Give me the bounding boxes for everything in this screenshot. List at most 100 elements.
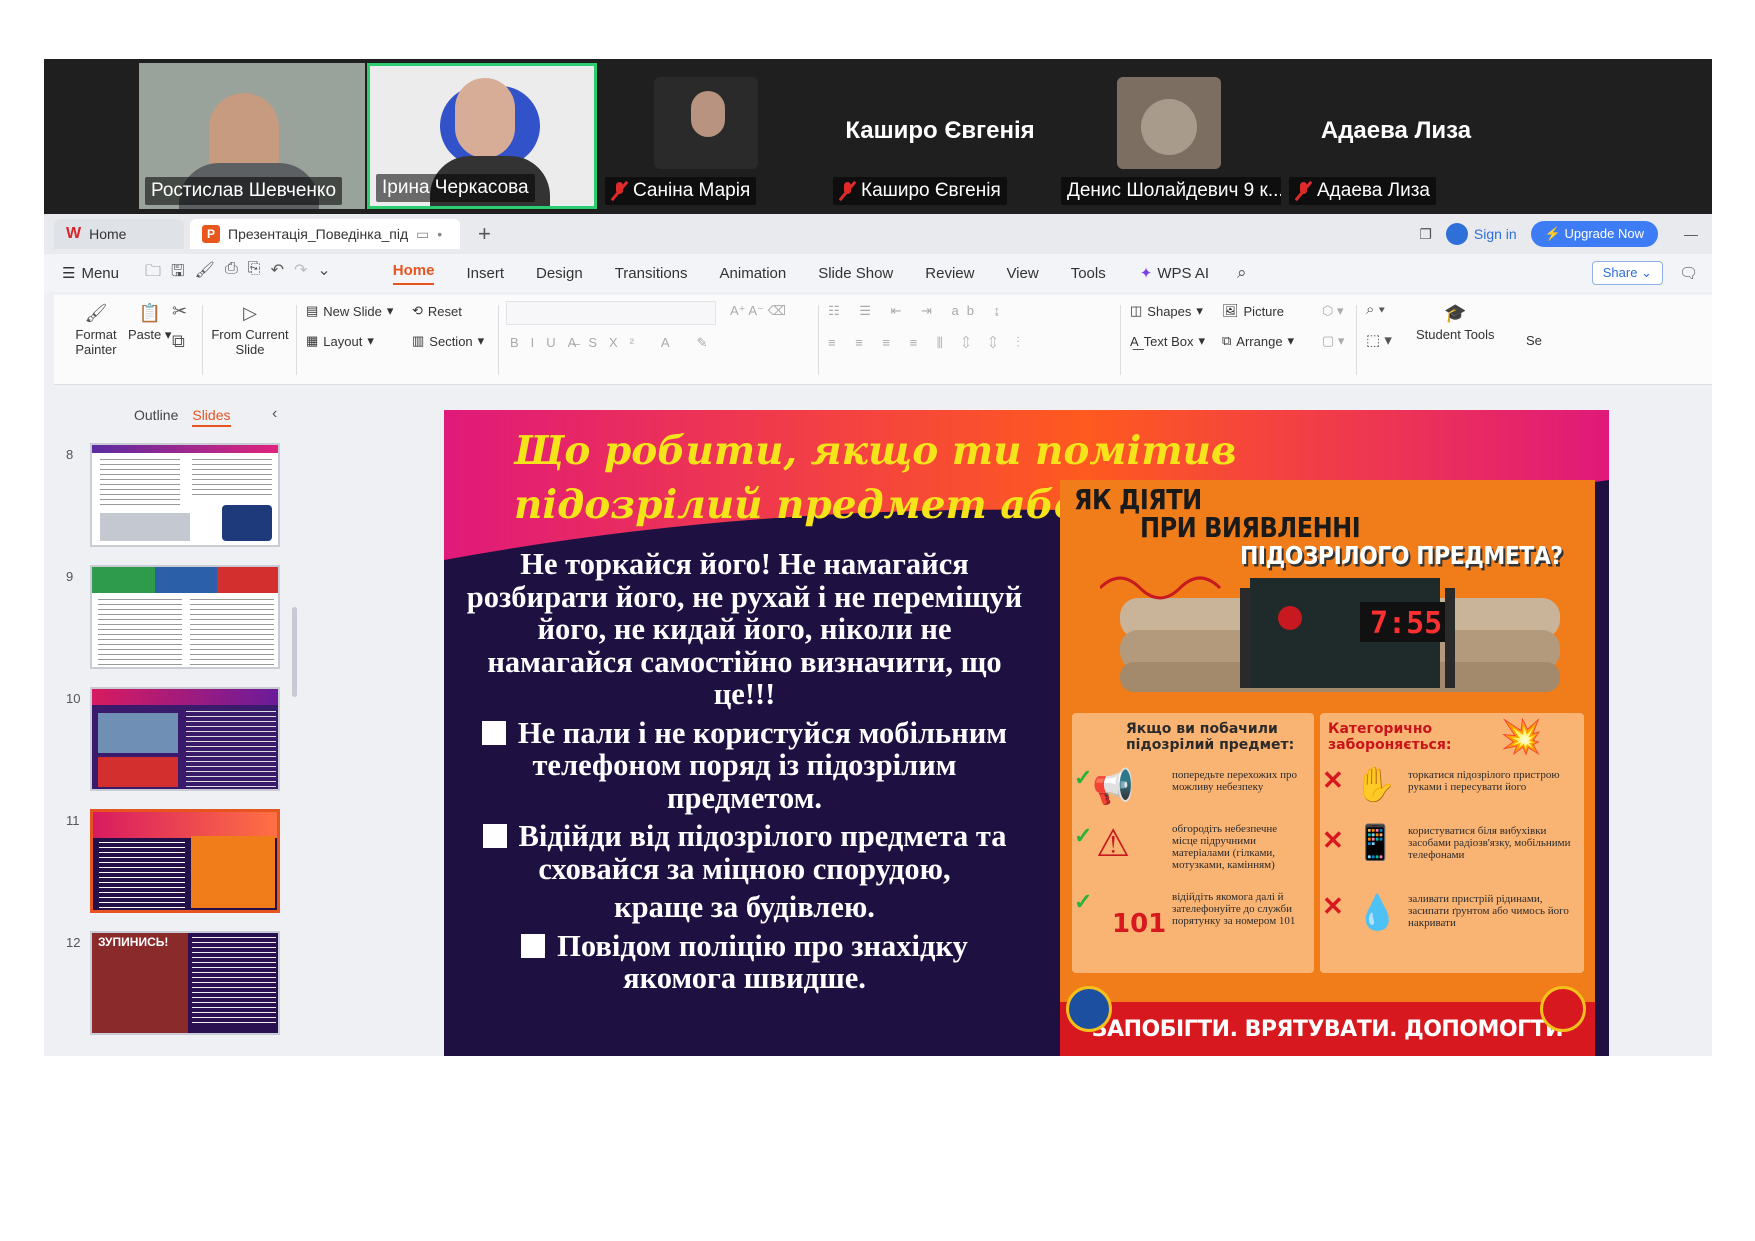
monitor-icon[interactable]: ▭ bbox=[416, 226, 429, 243]
print-icon[interactable]: ⎙ bbox=[225, 260, 238, 287]
student-tools-button[interactable]: 🎓 Student Tools bbox=[1416, 303, 1495, 342]
outline-icon[interactable]: ▢ ▾ bbox=[1322, 333, 1344, 349]
tab-slides[interactable]: Slides bbox=[192, 407, 231, 427]
section-button[interactable]: ▥ Section ▾ bbox=[412, 333, 484, 349]
mobile-phone-icon: 📱 bbox=[1354, 824, 1397, 862]
undo-icon[interactable]: ↶ bbox=[271, 260, 284, 287]
slide-thumbnail[interactable] bbox=[90, 443, 280, 547]
poster-heading: ПРИ ВИЯВЛЕННІ bbox=[1140, 511, 1361, 545]
menu-animation[interactable]: Animation bbox=[720, 265, 787, 282]
chevron-down-icon[interactable]: ⌄ bbox=[317, 260, 330, 287]
layout-icon: ▦ bbox=[306, 333, 319, 348]
select-icon[interactable]: ⬚ ▾ bbox=[1366, 331, 1392, 349]
restore-window-icon[interactable]: ❐ bbox=[1419, 226, 1432, 243]
slide-number: 8 bbox=[66, 447, 74, 462]
tab-bar: W Home P Презентація_Поведінка_під ▭ • +… bbox=[44, 214, 1712, 254]
slide-thumbnail[interactable] bbox=[90, 565, 280, 669]
menu-review[interactable]: Review bbox=[925, 265, 974, 282]
ribbon-overflow-label[interactable]: Se bbox=[1526, 333, 1542, 348]
participant-tile[interactable]: Саніна Марія bbox=[599, 63, 825, 209]
participant-tile[interactable]: Ростислав Шевченко bbox=[139, 63, 365, 209]
comment-icon[interactable]: 🗨 bbox=[1679, 264, 1698, 282]
reset-button[interactable]: ⟲ Reset bbox=[412, 303, 462, 319]
tab-outline[interactable]: Outline bbox=[134, 407, 178, 427]
print-preview-icon[interactable]: ⎘ bbox=[248, 260, 261, 287]
shapes-icon: ◫ bbox=[1130, 303, 1143, 318]
tab-label: Презентація_Поведінка_під bbox=[228, 226, 408, 242]
menu-transitions[interactable]: Transitions bbox=[615, 265, 688, 282]
picture-button[interactable]: 🖼 Picture bbox=[1222, 303, 1284, 319]
dot-icon[interactable]: • bbox=[437, 226, 442, 242]
menu-insert[interactable]: Insert bbox=[466, 265, 504, 282]
participant-tile[interactable]: Денис Шолайдевич 9 к... bbox=[1055, 63, 1281, 209]
tab-home[interactable]: W Home bbox=[54, 219, 184, 249]
quick-access-toolbar: 🗀 🖫 🖌 ⎙ ⎘ ↶ ↷ ⌄ bbox=[145, 260, 331, 287]
from-current-slide-button[interactable]: ▷ From Current Slide bbox=[210, 303, 290, 357]
menu-slide-show[interactable]: Slide Show bbox=[818, 265, 893, 282]
tab-label: Home bbox=[89, 226, 127, 242]
collapse-panel-icon[interactable]: ‹ bbox=[272, 405, 277, 423]
slide-panel: Outline Slides ‹ 8 9 10 11 12 ЗУПИНИСЬ! bbox=[54, 387, 304, 1056]
text-box-button[interactable]: A͟ Text Box ▾ bbox=[1130, 333, 1205, 349]
cut-icon[interactable]: ✂ bbox=[172, 301, 187, 322]
open-folder-icon[interactable]: 🗀 bbox=[145, 260, 161, 287]
new-slide-button[interactable]: ▤ New Slide ▾ bbox=[306, 303, 393, 319]
slide-thumbnail[interactable]: ЗУПИНИСЬ! bbox=[90, 931, 280, 1035]
share-button[interactable]: Share ⌄ bbox=[1591, 261, 1663, 285]
slide-canvas[interactable]: Що робити, якщо ти помітив підозрілий пр… bbox=[444, 410, 1609, 1056]
redo-icon[interactable]: ↷ bbox=[294, 260, 307, 287]
sign-in-label: Sign in bbox=[1473, 226, 1517, 242]
save-icon[interactable]: 🖫 bbox=[171, 260, 185, 287]
menu-design[interactable]: Design bbox=[536, 265, 583, 282]
water-drop-icon: 💧 bbox=[1356, 894, 1399, 932]
participant-name: Ірина Черкасова bbox=[376, 174, 535, 202]
menu-home[interactable]: Home bbox=[392, 262, 435, 285]
ribbon-toolbar: 🖌 Format Painter 📋 Paste ▾ ✂ ⧉ ▷ From Cu… bbox=[54, 295, 1712, 385]
menu-view[interactable]: View bbox=[1006, 265, 1038, 282]
paste-button[interactable]: 📋 Paste ▾ bbox=[128, 303, 171, 343]
panel-scrollbar[interactable] bbox=[292, 607, 297, 697]
from-current-slide-label: From Current Slide bbox=[211, 327, 289, 357]
format-painter-button[interactable]: 🖌 Format Painter bbox=[66, 303, 126, 357]
poster-do-item: відійдіть якомога далі й зателефонуйте д… bbox=[1172, 891, 1296, 927]
play-icon: ▷ bbox=[243, 303, 257, 323]
fill-icon[interactable]: ⬡ ▾ bbox=[1322, 303, 1344, 319]
participant-tile-active-speaker[interactable]: Ірина Черкасова bbox=[367, 63, 597, 209]
new-tab-button[interactable]: + bbox=[478, 221, 491, 247]
tab-document[interactable]: P Презентація_Поведінка_під ▭ • bbox=[190, 219, 460, 249]
hand-icon: ✋ bbox=[1354, 766, 1397, 804]
square-bullet-icon bbox=[521, 933, 546, 958]
menu-tools[interactable]: Tools bbox=[1071, 265, 1106, 282]
mic-off-icon bbox=[1295, 181, 1311, 201]
search-icon[interactable]: ⌕ bbox=[1237, 263, 1247, 283]
main-menu-button[interactable]: ☰ Menu bbox=[62, 264, 119, 283]
format-painter-label: Format Painter bbox=[75, 327, 117, 357]
slide-thumbnail-selected[interactable] bbox=[90, 809, 280, 913]
poster-footer: ЗАПОБІГТИ. ВРЯТУВАТИ. ДОПОМОГТИ bbox=[1060, 1002, 1595, 1056]
brush-icon[interactable]: 🖌 bbox=[195, 260, 215, 287]
upgrade-button[interactable]: ⚡ Upgrade Now bbox=[1530, 221, 1658, 247]
participant-tile[interactable]: Адаева Лиза Адаева Лиза bbox=[1283, 63, 1509, 209]
font-style-icons[interactable]: BIUA̶SX² A ✎ bbox=[510, 335, 719, 351]
find-icon[interactable]: ⌕ ▾ bbox=[1366, 301, 1385, 318]
increase-font-icon[interactable]: A⁺ A⁻ ⌫ bbox=[730, 303, 786, 319]
shapes-label: Shapes bbox=[1147, 303, 1192, 319]
font-name-select[interactable] bbox=[506, 301, 716, 325]
list-icons[interactable]: ☷ ☰ ⇤ ⇥ ab ↨ bbox=[828, 303, 1008, 319]
layout-button[interactable]: ▦ Layout ▾ bbox=[306, 333, 374, 349]
thumbnail-heading: ЗУПИНИСЬ! bbox=[98, 935, 169, 949]
paste-icon: 📋 bbox=[138, 303, 161, 323]
participant-tile[interactable]: Каширо Євгенія Каширо Євгенія bbox=[827, 63, 1053, 209]
wps-ai-button[interactable]: ✦ WPS AI bbox=[1140, 264, 1209, 283]
sign-in-button[interactable]: Sign in bbox=[1445, 223, 1517, 245]
shapes-button[interactable]: ◫ Shapes ▾ bbox=[1130, 303, 1203, 319]
slide-number: 10 bbox=[66, 691, 81, 706]
slide-thumbnail[interactable] bbox=[90, 687, 280, 791]
minimize-icon[interactable]: — bbox=[1684, 226, 1698, 242]
cross-icon: ✕ bbox=[1322, 825, 1344, 855]
presentation-file-icon: P bbox=[202, 225, 220, 243]
arrange-button[interactable]: ⧉ Arrange ▾ bbox=[1222, 333, 1294, 349]
alignment-icons[interactable]: ≡ ≡ ≡ ≡ ⫼ ⇕ ⇕ ⋮ bbox=[828, 335, 1028, 351]
paste-label: Paste ▾ bbox=[128, 327, 172, 342]
copy-icon[interactable]: ⧉ bbox=[172, 331, 185, 352]
